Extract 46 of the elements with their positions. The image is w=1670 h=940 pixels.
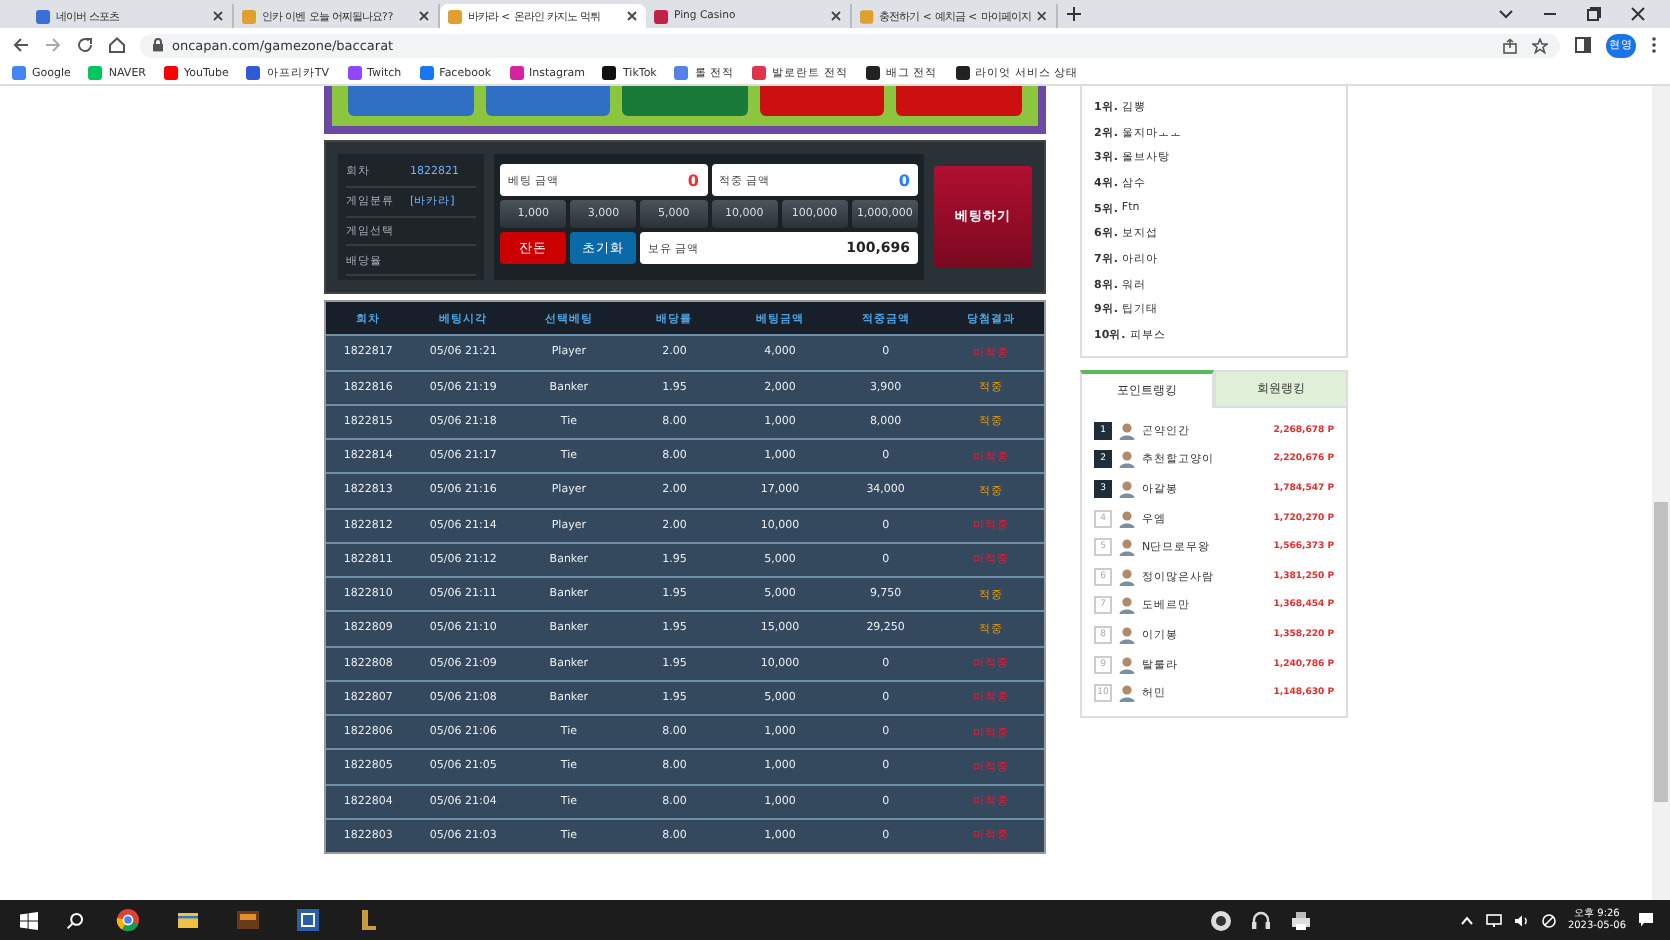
close-icon[interactable] [626,10,638,22]
avatar-icon [1118,509,1136,528]
back-arrow-icon[interactable] [12,36,30,54]
speaker-app-icon[interactable] [1209,909,1232,931]
share-icon[interactable] [1502,37,1518,53]
plus-icon[interactable] [1066,6,1082,22]
avatar-icon [1118,684,1136,703]
notification-icon[interactable] [1638,912,1654,928]
avatar-icon [1118,421,1136,440]
avatar-icon [1118,538,1136,557]
side-panel-icon[interactable] [1574,36,1592,54]
field-value: 0 [898,171,910,189]
app-icon[interactable] [356,908,380,932]
avatar-icon [1118,479,1136,498]
chevron-up-icon[interactable] [1459,913,1474,927]
menu-icon[interactable] [1650,36,1658,54]
search-icon[interactable] [66,911,84,929]
close-icon[interactable] [1036,10,1048,22]
lock-icon [152,38,164,52]
close-icon[interactable] [830,10,842,22]
headset-icon[interactable] [1249,909,1272,931]
avatar-icon [1118,567,1136,586]
field-value: 0 [687,171,699,189]
close-icon[interactable] [418,10,430,22]
mute-icon[interactable] [1541,913,1556,927]
windows-icon[interactable] [20,911,38,929]
restore-icon[interactable] [1586,6,1602,22]
app-icon[interactable] [236,908,260,932]
avatar-icon [1118,655,1136,674]
volume-icon[interactable] [1513,913,1530,927]
avatar-icon [1118,596,1136,615]
chevron-down-icon[interactable] [1498,6,1514,22]
printer-icon[interactable] [1289,909,1312,931]
close-icon[interactable] [1630,6,1646,22]
app-icon[interactable] [296,908,320,932]
scrollbar-thumb[interactable] [1654,502,1668,802]
folder-icon[interactable] [176,908,200,932]
network-icon[interactable] [1485,913,1502,927]
avatar-icon [1118,625,1136,644]
scrollbar[interactable] [1652,86,1670,900]
home-icon[interactable] [108,36,126,54]
close-icon[interactable] [212,10,224,22]
reload-icon[interactable] [76,36,94,54]
star-icon[interactable] [1532,37,1548,53]
chrome-icon[interactable] [116,908,140,932]
avatar-icon [1118,450,1136,469]
